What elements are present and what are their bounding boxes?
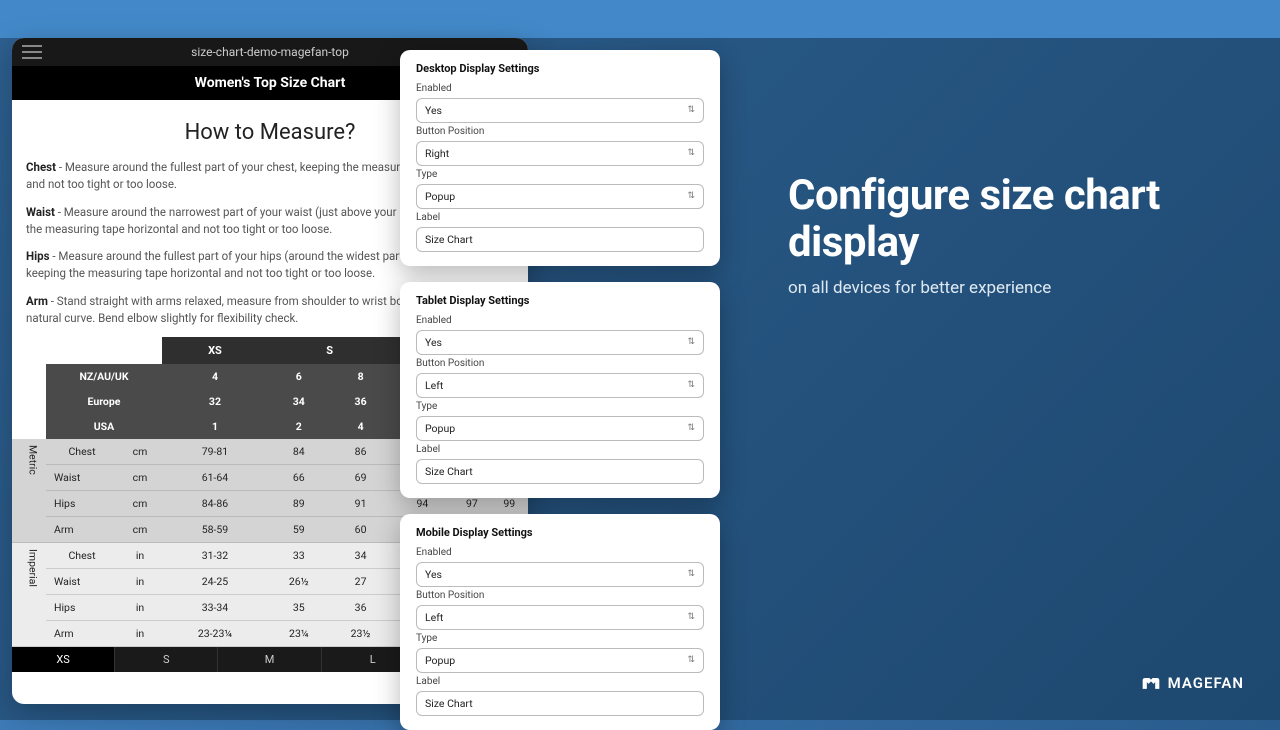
card-title: Desktop Display Settings bbox=[416, 62, 704, 75]
enabled-select[interactable]: Yes⇅ bbox=[416, 98, 704, 123]
label-label: Label bbox=[416, 676, 704, 687]
chevron-updown-icon: ⇅ bbox=[687, 424, 695, 433]
mobile-display-settings: Mobile Display Settings Enabled Yes⇅ Button… bbox=[400, 514, 720, 730]
marketing-headline: Configure size chart display bbox=[788, 172, 1240, 266]
button-position-label: Button Position bbox=[416, 590, 704, 601]
button-position-select[interactable]: Left⇅ bbox=[416, 373, 704, 398]
chevron-updown-icon: ⇅ bbox=[687, 613, 695, 622]
type-label: Type bbox=[416, 169, 704, 180]
type-select[interactable]: Popup⇅ bbox=[416, 648, 704, 673]
chevron-updown-icon: ⇅ bbox=[687, 106, 695, 115]
label-input[interactable]: Size Chart bbox=[416, 459, 704, 484]
size-tab[interactable]: M bbox=[218, 647, 321, 672]
size-tab[interactable]: S bbox=[115, 647, 218, 672]
button-position-label: Button Position bbox=[416, 358, 704, 369]
button-position-label: Button Position bbox=[416, 126, 704, 137]
button-position-select[interactable]: Right⇅ bbox=[416, 141, 704, 166]
type-select[interactable]: Popup⇅ bbox=[416, 416, 704, 441]
button-position-select[interactable]: Left⇅ bbox=[416, 605, 704, 630]
label-label: Label bbox=[416, 444, 704, 455]
brand-text: MAGEFAN bbox=[1168, 674, 1244, 692]
brand-icon bbox=[1141, 675, 1161, 691]
label-input[interactable]: Size Chart bbox=[416, 691, 704, 716]
type-select[interactable]: Popup⇅ bbox=[416, 184, 704, 209]
enabled-label: Enabled bbox=[416, 547, 704, 558]
label-input[interactable]: Size Chart bbox=[416, 227, 704, 252]
chevron-updown-icon: ⇅ bbox=[687, 656, 695, 665]
type-label: Type bbox=[416, 633, 704, 644]
card-title: Mobile Display Settings bbox=[416, 526, 704, 539]
marketing-copy: Configure size chart display on all devi… bbox=[788, 172, 1240, 298]
size-tab[interactable]: XS bbox=[12, 647, 115, 672]
desktop-display-settings: Desktop Display Settings Enabled Yes⇅ Butto… bbox=[400, 50, 720, 266]
brand-logo: MAGEFAN bbox=[1141, 674, 1244, 692]
label-label: Label bbox=[416, 212, 704, 223]
card-title: Tablet Display Settings bbox=[416, 294, 704, 307]
chevron-updown-icon: ⇅ bbox=[687, 338, 695, 347]
chevron-updown-icon: ⇅ bbox=[687, 570, 695, 579]
enabled-select[interactable]: Yes⇅ bbox=[416, 330, 704, 355]
enabled-label: Enabled bbox=[416, 315, 704, 326]
type-label: Type bbox=[416, 401, 704, 412]
hamburger-icon[interactable] bbox=[22, 45, 42, 59]
chevron-updown-icon: ⇅ bbox=[687, 381, 695, 390]
tablet-display-settings: Tablet Display Settings Enabled Yes⇅ Button… bbox=[400, 282, 720, 498]
enabled-select[interactable]: Yes⇅ bbox=[416, 562, 704, 587]
top-stripe bbox=[0, 0, 1280, 38]
marketing-subtext: on all devices for better experience bbox=[788, 278, 1240, 298]
chevron-updown-icon: ⇅ bbox=[687, 149, 695, 158]
enabled-label: Enabled bbox=[416, 83, 704, 94]
chevron-updown-icon: ⇅ bbox=[687, 192, 695, 201]
